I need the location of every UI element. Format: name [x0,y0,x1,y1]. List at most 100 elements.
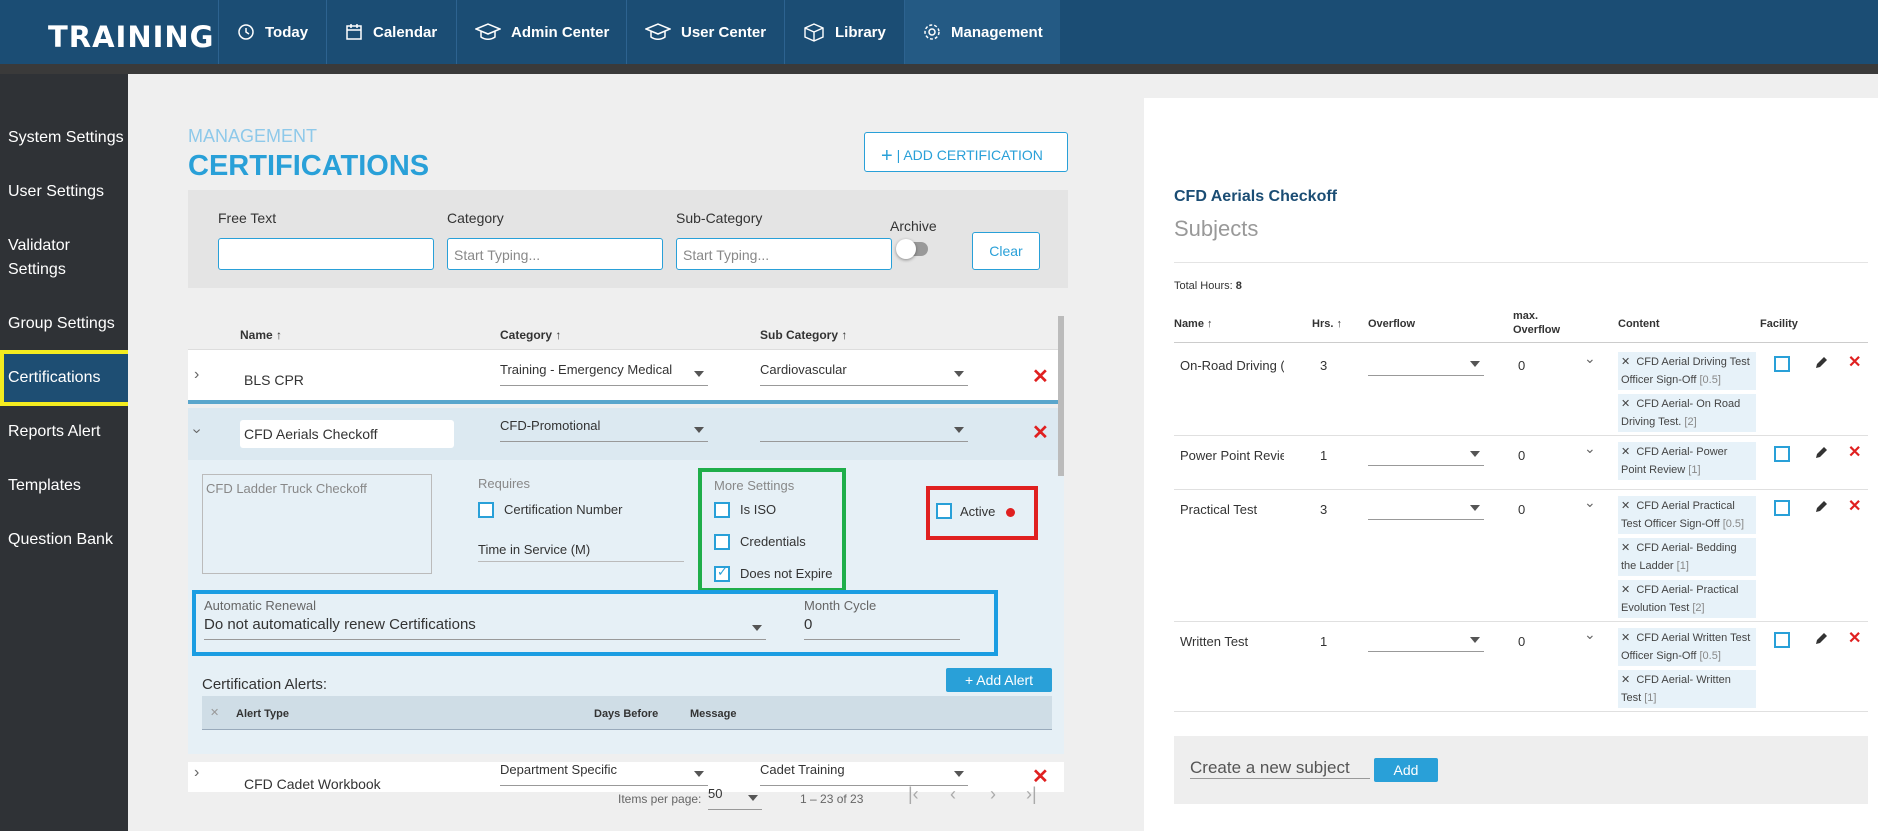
pencil-icon[interactable] [1814,356,1828,370]
remove-chip-icon[interactable]: ✕ [1621,398,1630,410]
add-subject-button[interactable]: Add [1374,758,1438,782]
chevron-down-icon [954,771,964,777]
remove-chip-icon[interactable]: ✕ [1621,500,1630,512]
delete-icon[interactable]: ✕ [1848,628,1861,648]
subcategory-label: Sub-Category [676,210,763,226]
chevron-down-icon[interactable]: ⌄ [1584,494,1596,511]
subject-header-name[interactable]: Name ↑ [1174,318,1213,330]
subject-row[interactable]: Written Test 1 0 ⌄ ✕ CFD Aerial Written Test… [1174,622,1868,712]
add-certification-label: ADD CERTIFICATION [903,147,1043,163]
auto-renewal-dropdown[interactable]: Do not automatically renew Certification… [204,616,766,640]
archive-toggle[interactable] [896,239,928,259]
sidebar-item-certifications[interactable]: Certifications [0,350,144,406]
table-row[interactable]: › BLS CPR Training - Emergency Medical C… [188,350,1064,404]
subject-row[interactable]: Practical Test 3 0 ⌄ ✕ CFD Aerial Practical … [1174,490,1868,622]
overflow-dropdown[interactable] [1368,628,1484,652]
chevron-down-icon[interactable]: ⌄ [1584,440,1596,457]
sidebar-item-reports-alert[interactable]: Reports Alert [8,420,126,444]
facility-checkbox[interactable] [1774,500,1790,516]
nav-admin-center[interactable]: Admin Center [456,0,626,64]
remove-chip-icon[interactable]: ✕ [1621,674,1630,686]
nav-user-center[interactable]: User Center [626,0,784,64]
pencil-icon[interactable] [1814,446,1828,460]
subject-row[interactable]: Power Point Revie 1 0 ⌄ ✕ CFD Aerial- Power … [1174,436,1868,490]
credentials-checkbox[interactable] [714,534,730,550]
description-textarea[interactable]: CFD Ladder Truck Checkoff [202,474,432,574]
nav-label: Calendar [373,23,438,41]
nav-management[interactable]: Management [904,0,1060,64]
delete-icon[interactable]: ✕ [1032,420,1049,445]
clear-button[interactable]: Clear [972,232,1040,270]
collapse-chevron-icon[interactable]: › [188,428,206,433]
close-icon[interactable]: ✕ [210,706,219,719]
active-checkbox[interactable] [936,503,952,519]
remove-chip-icon[interactable]: ✕ [1621,542,1630,554]
pencil-icon[interactable] [1814,500,1828,514]
sidebar-item-group-settings[interactable]: Group Settings [8,312,126,336]
certification-number-checkbox[interactable] [478,502,494,518]
overflow-dropdown[interactable] [1368,496,1484,520]
row-subcategory-dropdown[interactable]: Cadet Training [760,762,968,786]
next-page-icon[interactable]: › [990,784,996,805]
delete-icon[interactable]: ✕ [1848,352,1861,372]
delete-icon[interactable]: ✕ [1032,364,1049,389]
remove-chip-icon[interactable]: ✕ [1621,584,1630,596]
category-input[interactable]: Start Typing... [447,238,663,270]
divider [1174,342,1868,343]
row-subcategory-dropdown[interactable]: Cardiovascular [760,362,968,386]
add-alert-label: Add Alert [976,672,1034,688]
row-name-input[interactable]: CFD Aerials Checkoff [240,420,454,448]
first-page-icon[interactable]: |‹ [908,784,919,805]
subcategory-input[interactable]: Start Typing... [676,238,892,270]
sidebar-item-question-bank[interactable]: Question Bank [8,528,126,552]
add-certification-button[interactable]: + | ADD CERTIFICATION [864,132,1068,172]
subject-header-hrs[interactable]: Hrs. ↑ [1312,318,1342,330]
sidebar-item-system-settings[interactable]: System Settings [8,126,126,150]
free-text-input[interactable] [218,238,434,270]
sidebar-item-templates[interactable]: Templates [8,474,126,498]
time-in-service-field[interactable]: Time in Service (M) [478,542,684,562]
expand-chevron-icon[interactable]: › [194,764,199,782]
table-row-expanded[interactable]: › CFD Aerials Checkoff CFD-Promotional ✕ [188,408,1064,460]
row-category-dropdown[interactable]: CFD-Promotional [500,418,708,442]
facility-checkbox[interactable] [1774,356,1790,372]
prev-page-icon[interactable]: ‹ [950,784,956,805]
content-chip: ✕ CFD Aerial- Power Point Review [1] [1618,442,1756,480]
expand-chevron-icon[interactable]: › [194,366,199,384]
row-subcategory-dropdown[interactable] [760,418,968,442]
header-name[interactable]: Name ↑ [240,328,282,342]
remove-chip-icon[interactable]: ✕ [1621,446,1630,458]
table-row[interactable]: › CFD Cadet Workbook Department Specific… [188,762,1064,792]
table-scrollbar[interactable] [1058,316,1064,476]
new-subject-input[interactable]: Create a new subject [1190,758,1370,779]
row-category-dropdown[interactable]: Department Specific [500,762,708,786]
facility-checkbox[interactable] [1774,446,1790,462]
items-per-page-select[interactable]: 50 [708,786,762,810]
chevron-down-icon[interactable]: ⌄ [1584,350,1596,367]
month-cycle-input[interactable]: 0 [804,616,960,640]
header-category[interactable]: Category ↑ [500,328,561,342]
is-iso-checkbox[interactable] [714,502,730,518]
chevron-down-icon [694,771,704,777]
delete-icon[interactable]: ✕ [1848,496,1861,516]
remove-chip-icon[interactable]: ✕ [1621,356,1630,368]
overflow-dropdown[interactable] [1368,352,1484,376]
facility-checkbox[interactable] [1774,632,1790,648]
nav-library[interactable]: Library [784,0,904,64]
remove-chip-icon[interactable]: ✕ [1621,632,1630,644]
sidebar-item-user-settings[interactable]: User Settings [8,180,126,204]
chevron-down-icon [752,625,762,631]
add-alert-button[interactable]: + Add Alert [946,668,1052,692]
does-not-expire-checkbox[interactable] [714,564,730,582]
chevron-down-icon[interactable]: ⌄ [1584,626,1596,643]
subject-row[interactable]: On-Road Driving (3 0 ⌄ ✕ CFD Aerial Driving… [1174,346,1868,436]
row-name: CFD Cadet Workbook [244,776,381,792]
sidebar-item-validator-settings[interactable]: Validator Settings [8,234,108,282]
delete-icon[interactable]: ✕ [1848,442,1861,462]
last-page-icon[interactable]: ›| [1026,784,1037,805]
pencil-icon[interactable] [1814,632,1828,646]
row-category-dropdown[interactable]: Training - Emergency Medical [500,362,708,386]
header-subcategory[interactable]: Sub Category ↑ [760,328,847,342]
nav-calendar[interactable]: Calendar [326,0,456,64]
overflow-dropdown[interactable] [1368,442,1484,466]
